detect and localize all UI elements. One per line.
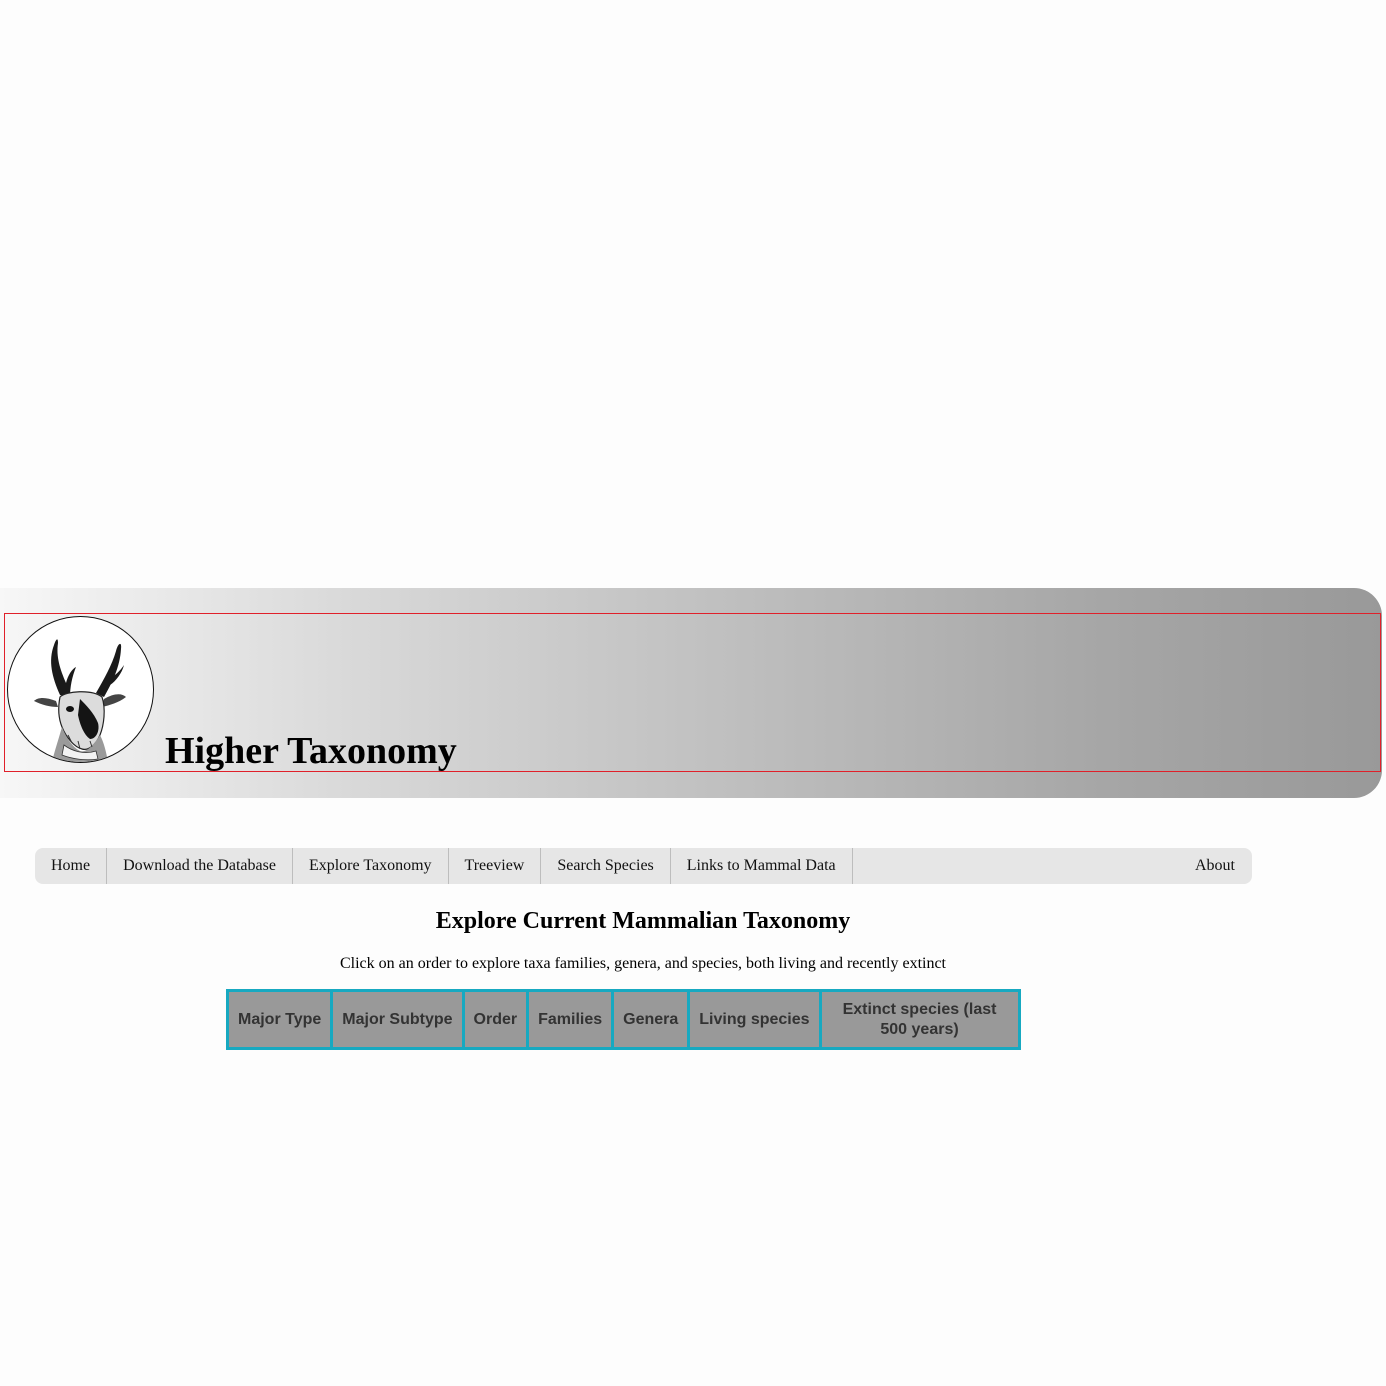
nav-explore-taxonomy-link[interactable]: Explore Taxonomy: [293, 848, 449, 884]
nav-links-mammal-data-link[interactable]: Links to Mammal Data: [671, 848, 853, 884]
nav-search-species-link[interactable]: Search Species: [541, 848, 671, 884]
nav-home-link[interactable]: Home: [35, 848, 108, 884]
header-frame: Higher Taxonomy: [4, 613, 1381, 772]
column-header-genera[interactable]: Genera: [611, 989, 691, 1050]
column-header-order[interactable]: Order: [461, 989, 530, 1050]
nav-download-database-link[interactable]: Download the Database: [107, 848, 293, 884]
site-title: Higher Taxonomy: [165, 730, 457, 772]
pronghorn-logo-icon[interactable]: [7, 616, 154, 763]
nav-about-link[interactable]: About: [1195, 848, 1235, 884]
column-header-families[interactable]: Families: [526, 989, 615, 1050]
column-header-major-type[interactable]: Major Type: [225, 989, 334, 1050]
column-header-living-species[interactable]: Living species: [687, 989, 822, 1050]
table-header-row: Major Type Major Subtype Order Families …: [225, 989, 1021, 1050]
column-header-extinct-species[interactable]: Extinct species (last 500 years): [818, 989, 1021, 1050]
column-header-major-subtype[interactable]: Major Subtype: [330, 989, 465, 1050]
nav-list: Home Download the Database Explore Taxon…: [35, 848, 1252, 884]
page-subtitle: Click on an order to explore taxa famili…: [339, 955, 946, 972]
header-banner: Higher Taxonomy: [0, 588, 1382, 798]
page-heading: Explore Current Mammalian Taxonomy: [435, 908, 851, 934]
main-nav: Home Download the Database Explore Taxon…: [35, 848, 1252, 884]
nav-treeview-link[interactable]: Treeview: [449, 848, 542, 884]
taxonomy-table: Major Type Major Subtype Order Families …: [225, 989, 1021, 1050]
